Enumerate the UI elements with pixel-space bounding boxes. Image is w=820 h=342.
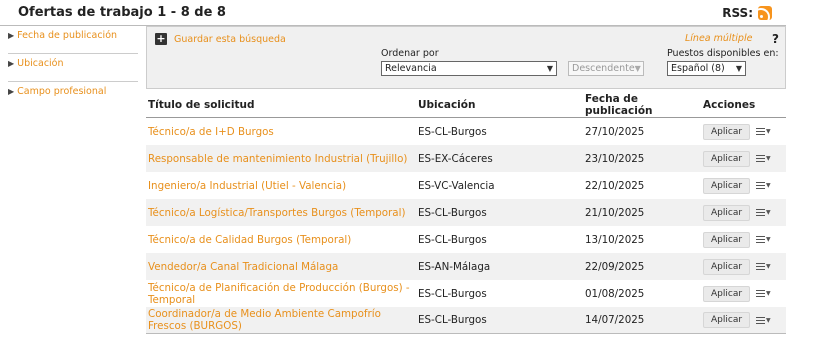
job-title-link[interactable]: Vendedor/a Canal Tradicional Málaga: [148, 261, 338, 273]
order-by-select[interactable]: Relevancia ▼: [381, 61, 557, 76]
apply-button[interactable]: Aplicar: [703, 204, 751, 221]
table-row: Responsable de mantenimiento Industrial …: [146, 145, 786, 172]
job-location: ES-EX-Cáceres: [418, 152, 493, 165]
job-date: 27/10/2025: [585, 125, 645, 138]
job-title-link[interactable]: Responsable de mantenimiento Industrial …: [148, 153, 407, 165]
triangle-right-icon: ▶: [8, 87, 15, 96]
page-title: Ofertas de trabajo 1 - 8 de 8: [18, 5, 226, 20]
job-title-link[interactable]: Técnico/a de I+D Burgos: [148, 126, 274, 138]
job-date: 14/07/2025: [585, 314, 645, 326]
triangle-right-icon: ▶: [8, 31, 15, 40]
multi-line-link[interactable]: Línea múltiple: [685, 33, 752, 44]
list-menu-icon[interactable]: ▼: [756, 128, 771, 135]
table-row: Vendedor/a Canal Tradicional Málaga ES-A…: [146, 253, 786, 280]
chevron-down-icon: ▼: [634, 64, 641, 73]
column-header-title[interactable]: Título de solicitud: [146, 99, 418, 111]
list-menu-icon[interactable]: ▼: [756, 182, 771, 189]
table-row: Técnico/a de I+D Burgos ES-CL-Burgos 27/…: [146, 118, 786, 145]
job-results-table: Título de solicitud Ubicación Fecha de p…: [146, 92, 786, 334]
facet-label: Fecha de publicación: [17, 30, 118, 41]
job-date: 23/10/2025: [585, 152, 645, 165]
rss-icon[interactable]: [758, 6, 772, 20]
chevron-down-icon: ▼: [546, 64, 553, 73]
sort-direction-value: Descendente: [572, 63, 635, 74]
job-title-link[interactable]: Ingeniero/a Industrial (Utiel - Valencia…: [148, 180, 346, 192]
page-header: Ofertas de trabajo 1 - 8 de 8 RSS:: [0, 0, 786, 26]
sort-direction-select: Descendente ▼: [568, 61, 644, 76]
facet-label: Campo profesional: [17, 86, 107, 97]
job-title-link[interactable]: Técnico/a de Planificación de Producción…: [148, 282, 410, 306]
facet-ubicacion[interactable]: ▶ Ubicación: [8, 54, 138, 82]
language-value: Español (8): [671, 63, 725, 74]
order-by-label: Ordenar por: [381, 48, 439, 59]
chevron-down-icon: ▼: [735, 64, 742, 73]
apply-button[interactable]: Aplicar: [703, 177, 751, 194]
facet-label: Ubicación: [17, 58, 64, 69]
table-header: Título de solicitud Ubicación Fecha de p…: [146, 92, 786, 118]
column-header-date[interactable]: Fecha de publicación: [585, 93, 701, 117]
triangle-right-icon: ▶: [8, 59, 15, 68]
table-row: Técnico/a de Planificación de Producción…: [146, 280, 786, 307]
table-row: Técnico/a de Calidad Burgos (Temporal) E…: [146, 226, 786, 253]
facet-fecha-publicacion[interactable]: ▶ Fecha de publicación: [8, 26, 138, 54]
table-row: Coordinador/a de Medio Ambiente Campofrí…: [146, 307, 786, 334]
list-menu-icon[interactable]: ▼: [756, 155, 771, 162]
job-title-link[interactable]: Técnico/a de Calidad Burgos (Temporal): [148, 234, 351, 246]
job-date: 21/10/2025: [585, 206, 645, 219]
job-location: ES-VC-Valencia: [418, 179, 495, 192]
language-select[interactable]: Español (8) ▼: [667, 61, 746, 76]
job-date: 22/09/2025: [585, 260, 645, 273]
save-search-link[interactable]: + Guardar esta búsqueda: [155, 33, 286, 45]
apply-button[interactable]: Aplicar: [703, 312, 751, 328]
help-icon[interactable]: ?: [772, 32, 779, 46]
rss-link[interactable]: RSS:: [722, 6, 772, 20]
job-location: ES-CL-Burgos: [418, 287, 487, 300]
job-title-link[interactable]: Técnico/a Logística/Transportes Burgos (…: [148, 207, 405, 219]
list-menu-icon[interactable]: ▼: [756, 236, 771, 243]
column-header-actions: Acciones: [703, 98, 756, 111]
plus-icon: +: [155, 32, 167, 45]
list-menu-icon[interactable]: ▼: [756, 263, 771, 270]
column-header-location[interactable]: Ubicación: [418, 99, 585, 111]
order-by-value: Relevancia: [385, 63, 437, 74]
job-location: ES-CL-Burgos: [418, 233, 487, 246]
job-title-link[interactable]: Coordinador/a de Medio Ambiente Campofrí…: [148, 308, 381, 332]
list-menu-icon[interactable]: ▼: [756, 290, 771, 297]
job-date: 01/08/2025: [585, 287, 645, 300]
job-date: 22/10/2025: [585, 179, 645, 192]
apply-button[interactable]: Aplicar: [703, 150, 751, 167]
table-row: Técnico/a Logística/Transportes Burgos (…: [146, 199, 786, 226]
table-row: Ingeniero/a Industrial (Utiel - Valencia…: [146, 172, 786, 199]
facet-campo-profesional[interactable]: ▶ Campo profesional: [8, 82, 138, 110]
search-options-panel: + Guardar esta búsqueda Línea múltiple ?…: [146, 26, 786, 89]
job-location: ES-CL-Burgos: [418, 206, 487, 219]
list-menu-icon[interactable]: ▼: [756, 209, 771, 216]
list-menu-icon[interactable]: ▼: [756, 316, 771, 324]
apply-button[interactable]: Aplicar: [703, 231, 751, 248]
save-search-label: Guardar esta búsqueda: [174, 33, 286, 45]
apply-button[interactable]: Aplicar: [703, 258, 751, 275]
filter-sidebar: ▶ Fecha de publicación ▶ Ubicación ▶ Cam…: [8, 26, 138, 110]
job-location: ES-AN-Málaga: [418, 260, 491, 273]
apply-button[interactable]: Aplicar: [703, 285, 751, 302]
job-location: ES-CL-Burgos: [418, 125, 487, 138]
rss-label: RSS:: [722, 6, 753, 20]
positions-label: Puestos disponibles en:: [667, 48, 779, 59]
job-location: ES-CL-Burgos: [418, 314, 487, 326]
job-date: 13/10/2025: [585, 233, 645, 246]
apply-button[interactable]: Aplicar: [703, 123, 751, 140]
